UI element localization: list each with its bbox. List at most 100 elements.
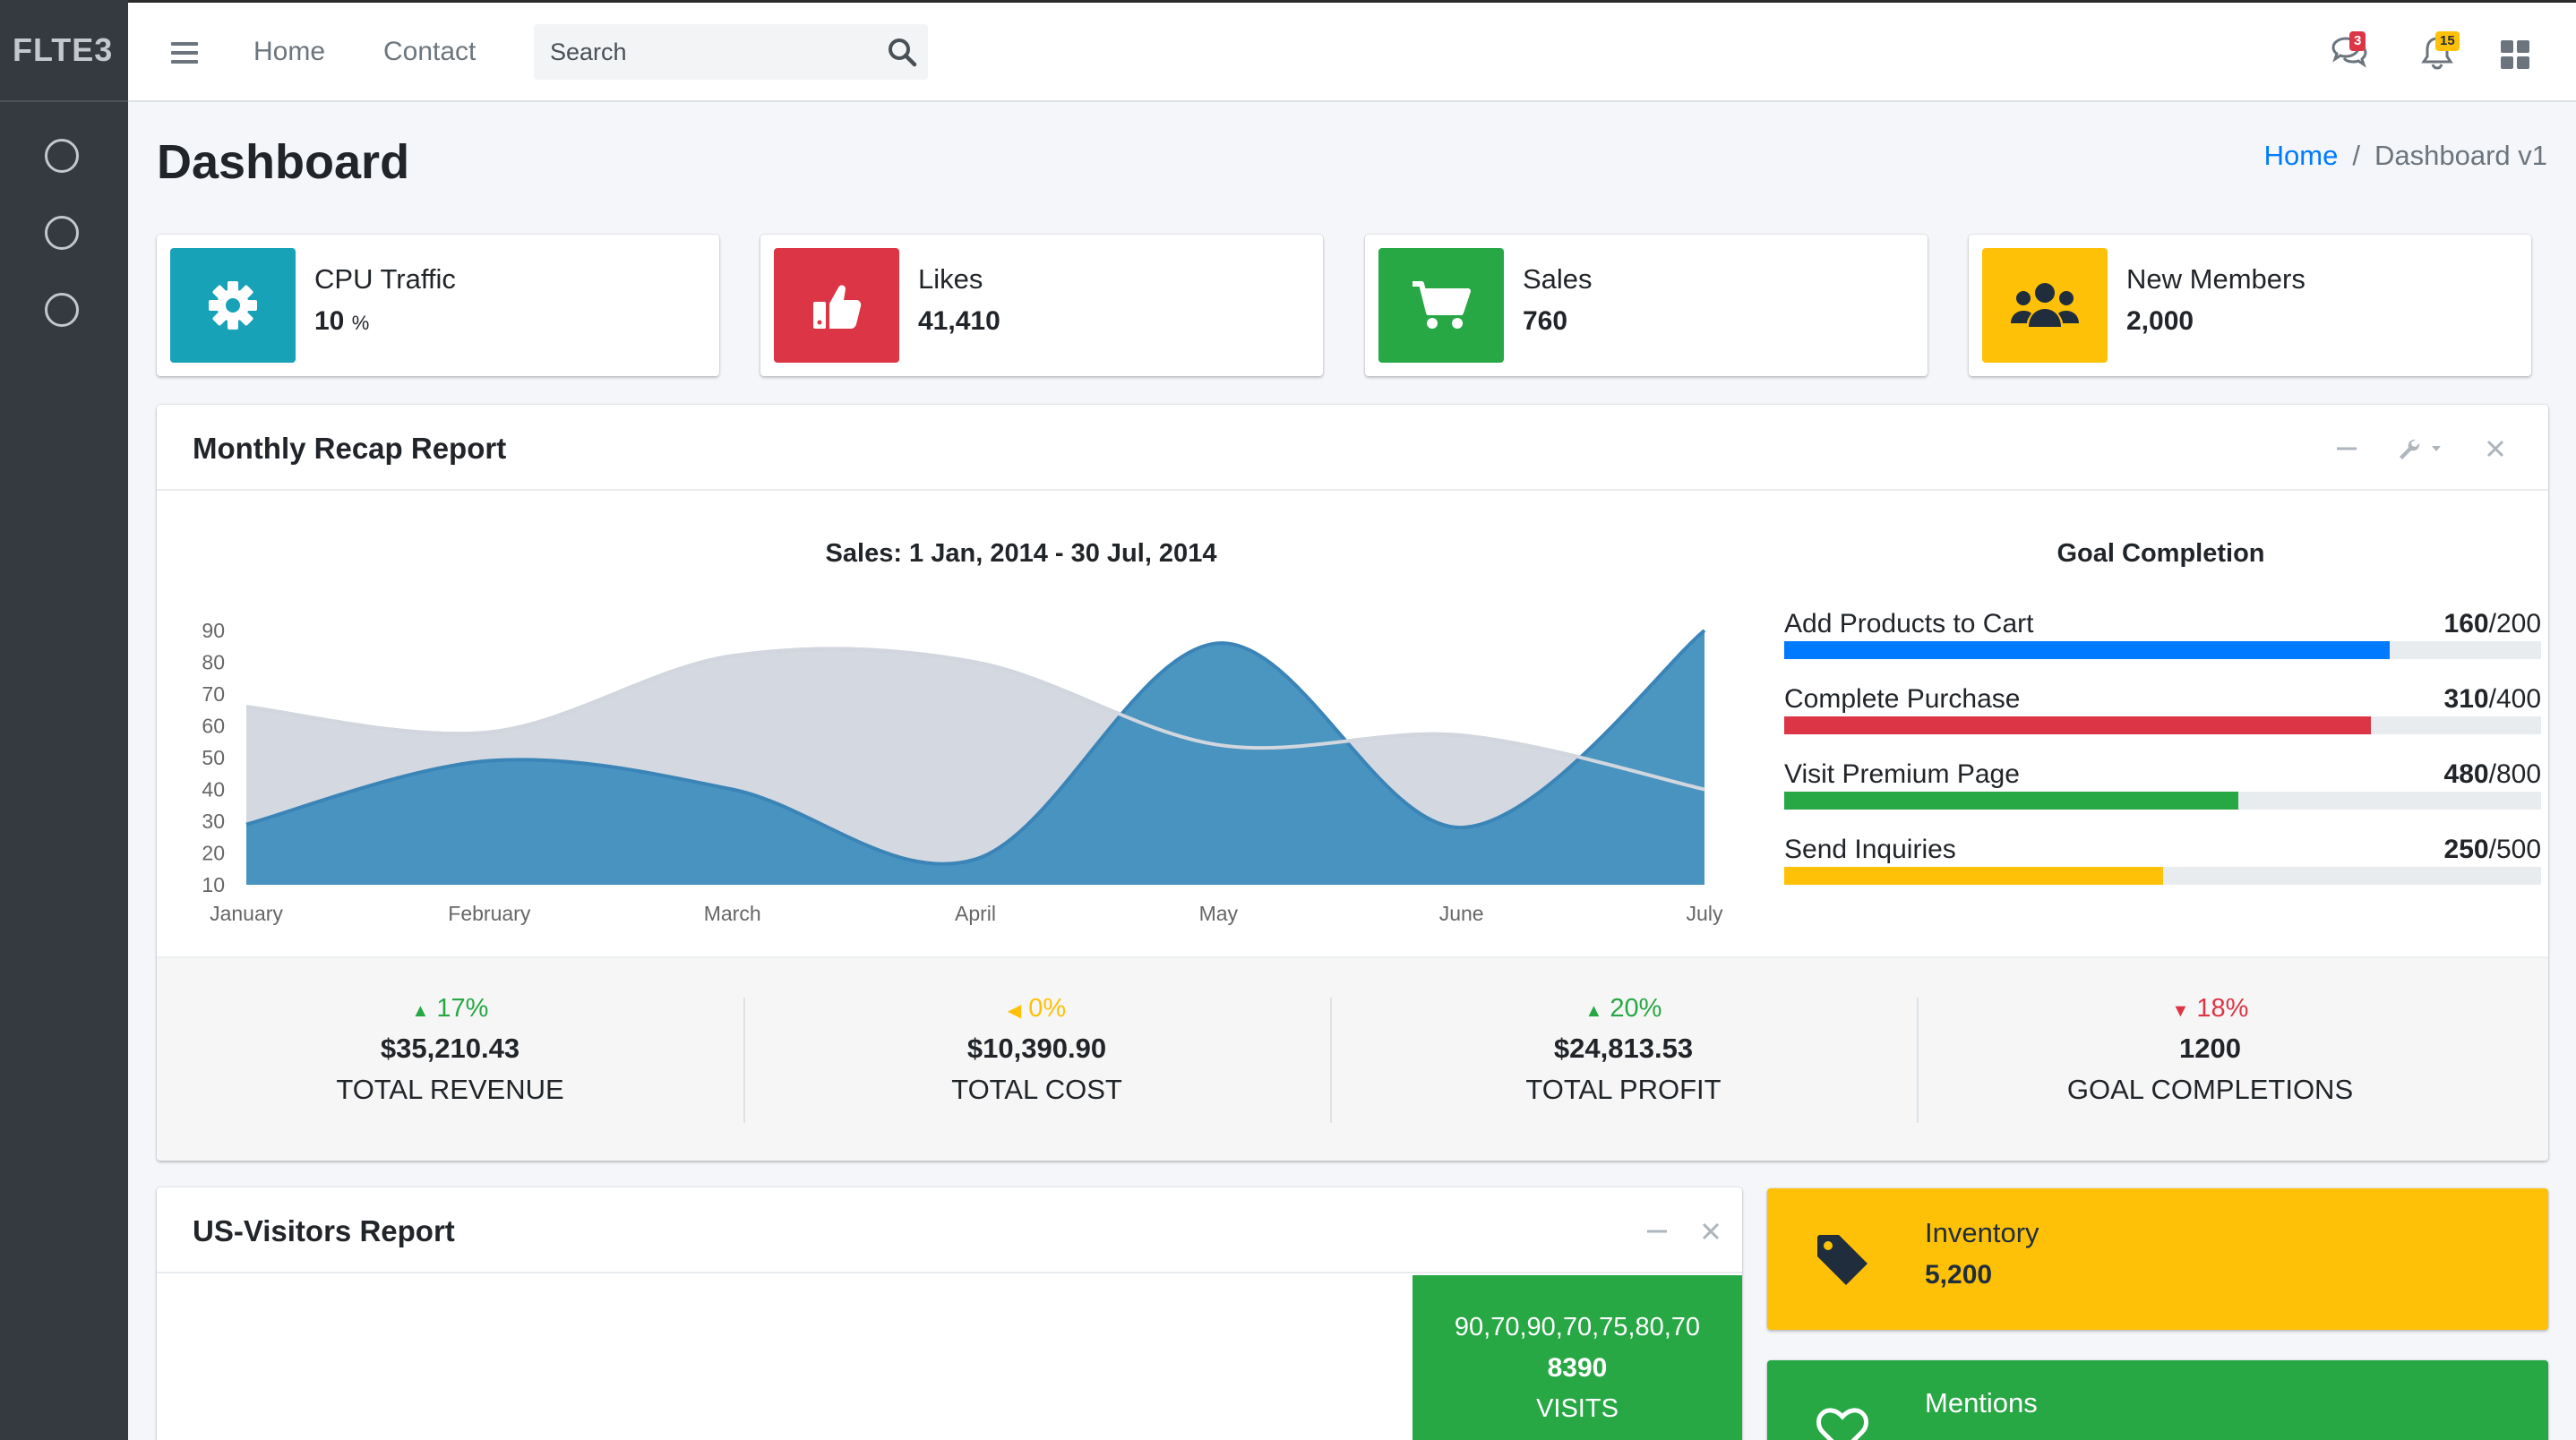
info-box-label: New Members (2126, 263, 2306, 295)
sidebar: FLTE3 (0, 0, 128, 1440)
goal-progress-group: Visit Premium Page 480/800 (1784, 759, 2541, 835)
inventory-title: Inventory (1925, 1217, 2039, 1248)
wrench-dropdown-icon[interactable] (2396, 435, 2450, 462)
goal-progress-fill (1784, 641, 2390, 659)
sidebar-item-circle-icon[interactable] (45, 216, 79, 250)
gear-icon (170, 248, 296, 363)
breadcrumb-separator: / (2352, 140, 2360, 171)
y-tick-label: 40 (202, 778, 225, 801)
stat-label: TOTAL REVENUE (336, 1074, 564, 1105)
description-block: ◀ 0% $10,390.90 TOTAL COST (743, 994, 1330, 1106)
close-icon[interactable] (2482, 435, 2509, 462)
caret-down-icon: ▼ (2171, 1001, 2190, 1021)
stat-divider (743, 998, 745, 1123)
stat-divider (1330, 998, 1332, 1123)
info-box-label: Likes (918, 263, 983, 295)
stat-percentage: ◀ 0% (1007, 994, 1067, 1023)
nav-home-link[interactable]: Home (253, 37, 325, 67)
stat-percentage: ▲ 20% (1584, 994, 1662, 1023)
goal-progress-group: Add Products to Cart 160/200 (1784, 609, 2541, 684)
goal-label: Send Inquiries (1784, 835, 1956, 864)
stat-percentage: ▼ 18% (2171, 994, 2249, 1023)
stat-amount: $10,390.90 (966, 1033, 1107, 1064)
collapse-minus-icon[interactable] (2333, 435, 2360, 462)
goal-label: Visit Premium Page (1784, 759, 2020, 789)
sidebar-item-circle-icon[interactable] (45, 293, 79, 327)
caret-up-icon: ▲ (411, 1001, 430, 1021)
goal-value: 480/800 (2443, 759, 2541, 789)
breadcrumb-current: Dashboard v1 (2374, 140, 2547, 171)
x-tick-label: May (1199, 902, 1239, 925)
users-icon (1982, 248, 2108, 363)
inventory-value: 5,200 (1925, 1260, 1993, 1290)
y-tick-label: 10 (202, 873, 225, 896)
breadcrumb: Home / Dashboard v1 (2264, 140, 2547, 172)
visits-count: 8390 (1547, 1353, 1608, 1383)
y-tick-label: 70 (202, 682, 225, 706)
mentions-title: Mentions (1925, 1387, 2038, 1419)
info-box-value: 41,410 (918, 306, 1000, 336)
visits-sparkline-values: 90,70,90,70,75,80,70 (1454, 1313, 1701, 1341)
tag-icon (1817, 1235, 1868, 1285)
notifications-count-badge: 15 (2435, 31, 2460, 51)
card-title: Monthly Recap Report (193, 432, 507, 465)
page-title: Dashboard (157, 135, 410, 189)
recap-footer-stats: ▲ 17% $35,210.43 TOTAL REVENUE ◀ 0% $10,390.… (157, 956, 2548, 1161)
x-tick-label: January (210, 902, 283, 925)
info-box-value: 760 (1523, 306, 1568, 336)
search-icon[interactable] (887, 37, 917, 67)
goal-progress-bar (1784, 867, 2541, 885)
goal-progress-bar (1784, 641, 2541, 659)
y-tick-label: 20 (202, 842, 225, 865)
thumbs-up-icon (774, 248, 899, 363)
x-tick-label: July (1687, 902, 1723, 925)
brand-name: FLTE3 (13, 31, 114, 68)
x-tick-label: June (1439, 902, 1484, 925)
goal-progress-group: Complete Purchase 310/400 (1784, 684, 2541, 759)
messages-button[interactable]: 3 (2330, 31, 2369, 71)
shopping-cart-icon (1378, 248, 1504, 363)
goal-progress-bar (1784, 792, 2541, 810)
inventory-box: Inventory 5,200 (1767, 1188, 2548, 1330)
map-area[interactable] (157, 1275, 1413, 1440)
goal-value: 250/500 (2443, 835, 2541, 864)
description-block: ▲ 20% $24,813.53 TOTAL PROFIT (1330, 994, 1917, 1106)
stat-amount: $35,210.43 (380, 1033, 520, 1064)
goal-label: Add Products to Cart (1784, 609, 2034, 639)
notifications-button[interactable]: 15 (2419, 31, 2460, 71)
info-box-value: 2,000 (2126, 306, 2194, 336)
mentions-box: Mentions (1767, 1360, 2548, 1440)
sidebar-item-circle-icon[interactable] (45, 139, 79, 173)
chart-title: Sales: 1 Jan, 2014 - 30 Jul, 2014 (825, 539, 1217, 568)
stat-divider (1917, 998, 1919, 1123)
info-box-label: Sales (1523, 263, 1593, 295)
y-tick-label: 30 (202, 810, 225, 833)
stat-label: GOAL COMPLETIONS (2066, 1074, 2354, 1105)
y-tick-label: 80 (202, 651, 225, 674)
collapse-minus-icon[interactable] (1644, 1218, 1670, 1245)
breadcrumb-home-link[interactable]: Home (2264, 140, 2339, 172)
info-box-value: 10 % (314, 306, 370, 336)
brand-link[interactable]: FLTE3 (0, 0, 128, 102)
goal-progress-fill (1784, 792, 2238, 810)
sales-area-chart: 10 20 30 40 50 60 70 80 90 January February March Ap… (202, 619, 1723, 925)
goal-label: Complete Purchase (1784, 684, 2021, 714)
apps-grid-icon[interactable] (2501, 40, 2529, 69)
goal-progress-group: Send Inquiries 250/500 (1784, 835, 2541, 910)
goal-completion-title: Goal Completion (2057, 539, 2265, 568)
x-tick-label: March (704, 902, 761, 925)
stat-amount: $24,813.53 (1553, 1033, 1694, 1064)
card-header: US-Visitors Report (157, 1187, 1742, 1273)
us-visitors-card: US-Visitors Report 90,70,90,70,75,80,70 … (157, 1187, 1742, 1440)
visits-label: VISITS (1536, 1394, 1619, 1423)
caret-left-icon: ◀ (1007, 1001, 1022, 1021)
y-tick-label: 90 (202, 619, 225, 642)
close-icon[interactable] (1697, 1218, 1724, 1245)
x-tick-label: April (955, 902, 996, 925)
nav-contact-link[interactable]: Contact (383, 37, 476, 67)
info-box-label: CPU Traffic (314, 263, 456, 295)
menu-toggle-icon[interactable] (171, 42, 198, 64)
search-input[interactable] (534, 24, 874, 80)
visits-panel: 90,70,90,70,75,80,70 8390 VISITS (1413, 1275, 1742, 1440)
stat-label: TOTAL PROFIT (1525, 1074, 1722, 1105)
